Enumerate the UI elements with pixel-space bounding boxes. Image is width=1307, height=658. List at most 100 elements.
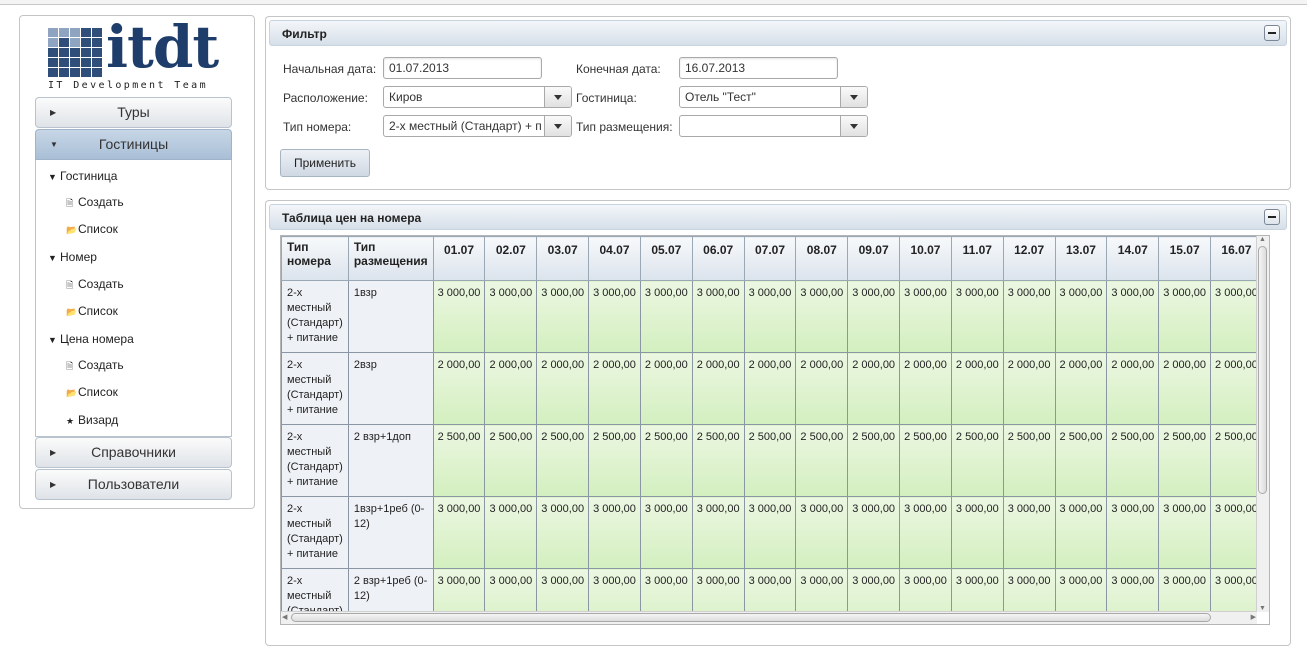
sidebar-section-directories[interactable]: ▶ Справочники (35, 437, 232, 468)
cell-price[interactable]: 3 000,00 (1054, 280, 1108, 353)
prices-grid-viewport[interactable]: Тип номера Тип размещения 01.07 02.07 03.0… (281, 236, 1257, 612)
cell-price[interactable]: 3 000,00 (847, 280, 901, 353)
cell-price[interactable]: 3 000,00 (950, 280, 1004, 353)
cell-price[interactable]: 2 000,00 (1002, 352, 1056, 425)
column-header-date[interactable]: 16.07 (1210, 236, 1257, 281)
cell-price[interactable]: 3 000,00 (588, 568, 641, 612)
column-header-date[interactable]: 08.07 (795, 236, 849, 281)
cell-price[interactable]: 2 000,00 (950, 352, 1004, 425)
cell-price[interactable]: 2 000,00 (1054, 352, 1108, 425)
cell-price[interactable]: 3 000,00 (950, 568, 1004, 612)
tree-node-room[interactable]: ▼ Номер (48, 250, 97, 264)
cell-price[interactable]: 3 000,00 (588, 496, 641, 569)
cell-price[interactable]: 3 000,00 (536, 568, 590, 612)
cell-price[interactable]: 2 000,00 (691, 352, 745, 425)
cell-price[interactable]: 3 000,00 (1210, 496, 1257, 569)
scroll-down-icon[interactable]: ▼ (1259, 605, 1266, 612)
table-row[interactable]: 2-х местный (Стандарт) + питание 1взр+1ре… (281, 496, 1257, 569)
scroll-left-icon[interactable]: ◀ (282, 613, 287, 621)
cell-price[interactable]: 3 000,00 (1002, 280, 1056, 353)
room-type-select[interactable]: 2-х местный (Стандарт) + питание (383, 115, 572, 137)
column-header-date[interactable]: 04.07 (588, 236, 641, 281)
cell-price[interactable]: 2 000,00 (1210, 352, 1257, 425)
cell-price[interactable]: 3 000,00 (847, 568, 901, 612)
cell-price[interactable]: 2 000,00 (899, 352, 952, 425)
cell-price[interactable]: 2 500,00 (588, 424, 641, 497)
cell-price[interactable]: 3 000,00 (639, 280, 693, 353)
scroll-right-icon[interactable]: ▶ (1251, 613, 1256, 621)
column-header-date[interactable]: 15.07 (1158, 236, 1212, 281)
cell-price[interactable]: 2 000,00 (484, 352, 538, 425)
cell-price[interactable]: 3 000,00 (795, 280, 849, 353)
sidebar-section-hotels[interactable]: ▼ Гостиницы (35, 129, 232, 160)
cell-price[interactable]: 2 000,00 (588, 352, 641, 425)
cell-price[interactable]: 3 000,00 (847, 496, 901, 569)
cell-price[interactable]: 3 000,00 (588, 280, 641, 353)
column-header-date[interactable]: 02.07 (484, 236, 538, 281)
column-header-date[interactable]: 14.07 (1106, 236, 1160, 281)
collapse-minus-icon[interactable] (1264, 209, 1280, 225)
tree-node-hotel[interactable]: ▼ Гостиница (48, 169, 117, 183)
tree-item-price-create[interactable]: 🗎 Создать (66, 358, 124, 375)
column-header-placement[interactable]: Тип размещения (347, 236, 434, 281)
column-header-date[interactable]: 13.07 (1054, 236, 1108, 281)
cell-price[interactable]: 3 000,00 (1054, 568, 1108, 612)
chevron-down-icon[interactable] (544, 116, 571, 136)
location-select[interactable]: Киров (383, 86, 572, 108)
cell-price[interactable]: 2 500,00 (1106, 424, 1160, 497)
cell-price[interactable]: 2 500,00 (743, 424, 797, 497)
cell-price[interactable]: 3 000,00 (743, 568, 797, 612)
column-header-date[interactable]: 07.07 (743, 236, 797, 281)
table-row[interactable]: 2-х местный (Стандарт) 2 взр+1реб (0-12) 3… (281, 568, 1257, 612)
cell-price[interactable]: 2 500,00 (950, 424, 1004, 497)
tree-item-wizard[interactable]: ★ Визард (66, 413, 118, 427)
cell-price[interactable]: 2 000,00 (639, 352, 693, 425)
tree-item-hotel-list[interactable]: 📂Список (66, 222, 118, 236)
cell-price[interactable]: 3 000,00 (691, 568, 745, 612)
cell-price[interactable]: 2 000,00 (432, 352, 486, 425)
column-header-date[interactable]: 11.07 (950, 236, 1004, 281)
cell-price[interactable]: 3 000,00 (484, 568, 538, 612)
sidebar-section-tours[interactable]: ▶ Туры (35, 97, 232, 128)
column-header-date[interactable]: 03.07 (536, 236, 590, 281)
start-date-input[interactable]: 01.07.2013 (383, 57, 542, 79)
chevron-down-icon[interactable] (840, 87, 867, 107)
cell-price[interactable]: 3 000,00 (639, 568, 693, 612)
tree-item-room-create[interactable]: 🗎 Создать (66, 277, 124, 294)
column-header-date[interactable]: 09.07 (847, 236, 901, 281)
tree-item-price-list[interactable]: 📂Список (66, 385, 118, 399)
cell-price[interactable]: 3 000,00 (536, 496, 590, 569)
cell-price[interactable]: 2 000,00 (536, 352, 590, 425)
cell-price[interactable]: 3 000,00 (484, 280, 538, 353)
cell-price[interactable]: 3 000,00 (1106, 280, 1160, 353)
cell-price[interactable]: 3 000,00 (950, 496, 1004, 569)
cell-price[interactable]: 2 000,00 (795, 352, 849, 425)
cell-price[interactable]: 3 000,00 (1210, 568, 1257, 612)
scroll-up-icon[interactable]: ▲ (1259, 236, 1266, 243)
column-header-date[interactable]: 06.07 (691, 236, 745, 281)
cell-price[interactable]: 3 000,00 (743, 496, 797, 569)
cell-price[interactable]: 3 000,00 (1210, 280, 1257, 353)
tree-node-room-price[interactable]: ▼ Цена номера (48, 332, 134, 346)
hotel-select[interactable]: Отель "Тест" (679, 86, 868, 108)
cell-price[interactable]: 2 500,00 (639, 424, 693, 497)
column-header-date[interactable]: 05.07 (639, 236, 693, 281)
cell-price[interactable]: 3 000,00 (899, 496, 952, 569)
cell-price[interactable]: 2 000,00 (743, 352, 797, 425)
table-row[interactable]: 2-х местный (Стандарт) + питание 2взр 2 00… (281, 352, 1257, 425)
column-header-date[interactable]: 01.07 (432, 236, 486, 281)
cell-price[interactable]: 3 000,00 (1158, 496, 1212, 569)
cell-price[interactable]: 3 000,00 (1002, 496, 1056, 569)
cell-price[interactable]: 3 000,00 (1106, 496, 1160, 569)
cell-price[interactable]: 3 000,00 (639, 496, 693, 569)
apply-button[interactable]: Применить (280, 149, 370, 177)
cell-price[interactable]: 2 500,00 (1210, 424, 1257, 497)
cell-price[interactable]: 2 500,00 (1002, 424, 1056, 497)
cell-price[interactable]: 3 000,00 (484, 496, 538, 569)
cell-price[interactable]: 3 000,00 (432, 496, 486, 569)
cell-price[interactable]: 2 500,00 (847, 424, 901, 497)
cell-price[interactable]: 3 000,00 (432, 280, 486, 353)
cell-price[interactable]: 3 000,00 (691, 496, 745, 569)
chevron-down-icon[interactable] (840, 116, 867, 136)
collapse-minus-icon[interactable] (1264, 25, 1280, 41)
